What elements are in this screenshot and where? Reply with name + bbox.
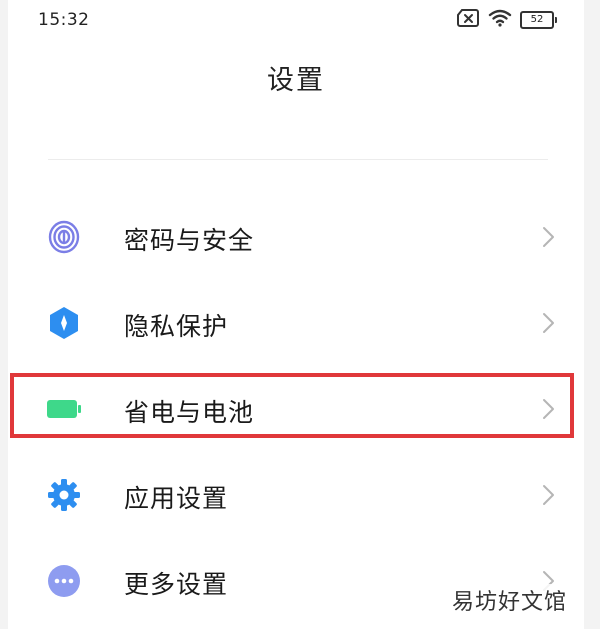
menu-item-app-settings[interactable]: 应用设置 bbox=[8, 453, 584, 539]
privacy-shield-icon bbox=[46, 305, 82, 341]
status-icons: 52 bbox=[456, 9, 557, 31]
watermark: 易坊好文馆 bbox=[448, 584, 572, 616]
chevron-right-icon bbox=[538, 311, 558, 335]
menu-item-label: 隐私保护 bbox=[124, 312, 229, 341]
status-time: 15:32 bbox=[38, 10, 90, 30]
battery-icon: 52 bbox=[520, 11, 557, 29]
menu-item-password-security[interactable]: 密码与安全 bbox=[8, 195, 584, 281]
menu-item-privacy[interactable]: 隐私保护 bbox=[8, 281, 584, 367]
sim-off-icon bbox=[456, 9, 480, 31]
status-bar: 15:32 52 bbox=[8, 0, 584, 40]
chevron-right-icon bbox=[538, 483, 558, 507]
wifi-icon bbox=[488, 9, 512, 31]
chevron-right-icon bbox=[538, 225, 558, 249]
gear-icon bbox=[46, 477, 82, 513]
divider bbox=[48, 159, 548, 160]
menu-item-label: 更多设置 bbox=[124, 570, 229, 599]
page-title: 设置 bbox=[267, 65, 325, 96]
settings-screen: 15:32 52 设置 密码与安全 隐私保护 省电与电池 应用设置 更多设置 bbox=[8, 0, 584, 629]
more-dots-icon bbox=[46, 563, 82, 599]
fingerprint-icon bbox=[46, 219, 82, 255]
menu-item-label: 应用设置 bbox=[124, 484, 229, 513]
highlight-annotation-box bbox=[10, 373, 574, 438]
menu-item-label: 密码与安全 bbox=[124, 226, 255, 255]
